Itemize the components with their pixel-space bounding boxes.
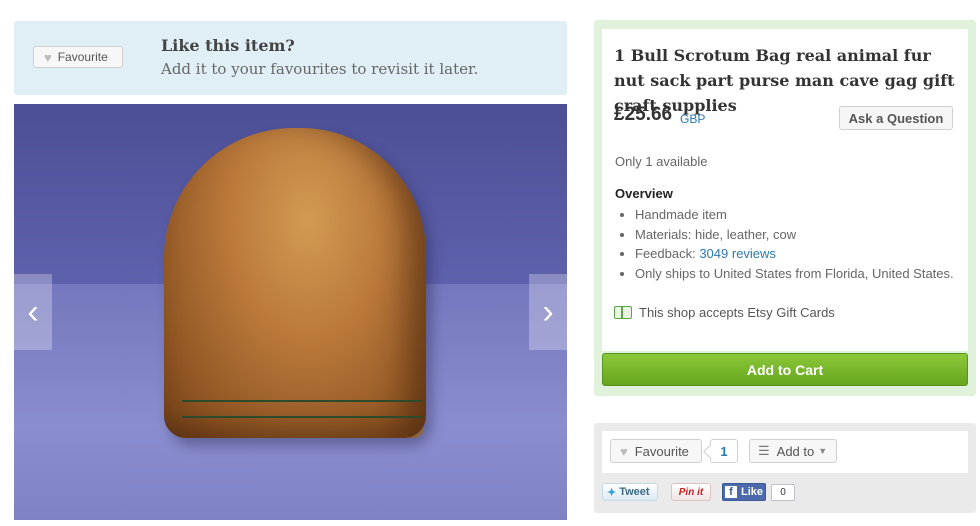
facebook-like-count: 0 xyxy=(771,484,795,501)
heart-icon: ♥ xyxy=(620,443,628,459)
product-image[interactable]: ‹ › xyxy=(14,104,567,520)
banner-subtitle: Add it to your favourites to revisit it … xyxy=(161,60,479,78)
listing-details: 1 Bull Scrotum Bag real animal fur nut s… xyxy=(602,29,968,351)
social-actions: ♥ Favourite 1 ☰ Add to ▼ xyxy=(602,431,968,473)
gift-card-text: This shop accepts Etsy Gift Cards xyxy=(639,305,835,320)
favourite-count[interactable]: 1 xyxy=(710,439,738,463)
product-drawstring xyxy=(182,400,422,418)
chevron-right-icon: › xyxy=(542,292,554,331)
banner-title: Like this item? xyxy=(161,36,295,55)
add-to-label: Add to xyxy=(776,443,815,459)
tweet-label: Tweet xyxy=(619,486,650,498)
currency-code[interactable]: GBP xyxy=(680,112,705,126)
favourite-button[interactable]: ♥ Favourite xyxy=(33,46,123,68)
heart-icon: ♥ xyxy=(44,49,52,65)
buy-box: 1 Bull Scrotum Bag real animal fur nut s… xyxy=(594,20,976,396)
facebook-like-label: Like xyxy=(741,486,764,498)
overview-shipping: Only ships to United States from Florida… xyxy=(635,264,975,284)
next-image-button[interactable]: › xyxy=(529,274,567,350)
gift-card-icon xyxy=(614,306,632,319)
favourite-item-label: Favourite xyxy=(634,443,689,459)
product-photo-object xyxy=(164,128,426,438)
tweet-button[interactable]: ✦ Tweet xyxy=(602,483,658,501)
facebook-icon: f xyxy=(725,486,737,498)
chevron-left-icon: ‹ xyxy=(27,292,39,331)
social-box: ♥ Favourite 1 ☰ Add to ▼ ✦ Tweet Pin it … xyxy=(594,423,976,513)
overview-list: Handmade item Materials: hide, leather, … xyxy=(615,205,975,283)
prev-image-button[interactable]: ‹ xyxy=(14,274,52,350)
chevron-down-icon: ▼ xyxy=(818,446,828,456)
ask-question-button[interactable]: Ask a Question xyxy=(839,106,953,130)
listing-price: £25.66 xyxy=(614,104,673,125)
overview-heading: Overview xyxy=(615,186,673,201)
availability-text: Only 1 available xyxy=(615,154,708,169)
favourite-item-button[interactable]: ♥ Favourite xyxy=(610,439,702,463)
overview-feedback: Feedback: 3049 reviews xyxy=(635,244,975,264)
add-to-list-button[interactable]: ☰ Add to ▼ xyxy=(749,439,837,463)
overview-handmade: Handmade item xyxy=(635,205,975,225)
add-to-cart-button[interactable]: Add to Cart xyxy=(602,353,968,386)
twitter-bird-icon: ✦ xyxy=(607,486,617,499)
list-icon: ☰ xyxy=(758,443,770,458)
feedback-reviews-link[interactable]: 3049 reviews xyxy=(699,246,776,261)
favourite-banner: ♥ Favourite Like this item? Add it to yo… xyxy=(14,21,567,95)
overview-materials: Materials: hide, leather, cow xyxy=(635,225,975,245)
favourite-button-label: Favourite xyxy=(57,50,108,64)
gift-card-notice: This shop accepts Etsy Gift Cards xyxy=(614,305,835,320)
facebook-like-button[interactable]: f Like xyxy=(722,483,766,501)
pinterest-button[interactable]: Pin it xyxy=(671,483,711,501)
feedback-label: Feedback: xyxy=(635,246,700,261)
